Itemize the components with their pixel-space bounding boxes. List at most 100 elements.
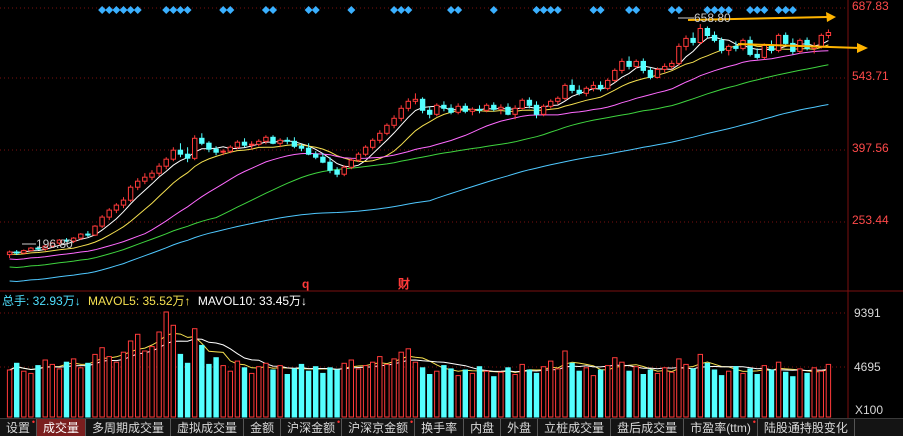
candle-body <box>256 140 262 145</box>
price-tick-label: 397.56 <box>852 141 889 155</box>
volume-bar <box>569 362 575 418</box>
volume-bar <box>14 362 20 418</box>
candle-body <box>241 141 248 146</box>
volume-bar <box>6 369 13 418</box>
volume-bar <box>391 358 397 418</box>
volume-bar <box>35 365 41 418</box>
volume-bar <box>284 374 291 418</box>
candle-body <box>483 104 490 111</box>
candle-body <box>327 161 333 171</box>
candle-body <box>654 68 661 78</box>
volume-bar <box>498 371 504 418</box>
candle-body <box>391 117 397 126</box>
candle <box>127 185 134 203</box>
volume-bar <box>754 374 760 418</box>
tab-inner-volume[interactable]: 内盘 <box>464 419 502 436</box>
tab-volume[interactable]: 成交量 <box>37 419 87 436</box>
candle-body <box>135 180 141 188</box>
candle-body <box>540 105 547 115</box>
candle-body <box>505 106 511 115</box>
tab-settings[interactable]: 设置 <box>0 419 38 436</box>
tab-shszbj-amount[interactable]: 沪深京金额 <box>342 419 416 436</box>
volume-bar <box>234 360 241 418</box>
tab-shsz-amount[interactable]: 沪深金额 <box>281 419 343 436</box>
candle-body <box>120 199 127 206</box>
volume-bar <box>263 362 269 418</box>
volume-bar <box>63 361 70 418</box>
volume-bar <box>626 370 632 418</box>
candle <box>341 165 347 177</box>
event-marker-q: q <box>302 277 309 291</box>
volume-bar <box>797 368 803 418</box>
volume-bar <box>305 370 312 418</box>
tab-turnover-rate[interactable]: 换手率 <box>415 419 465 436</box>
total-volume-label: 总手: 32.93万↓ <box>2 294 81 308</box>
volume-bar <box>647 369 654 418</box>
candle-body <box>747 39 753 55</box>
tab-amount[interactable]: 金额 <box>244 419 282 436</box>
candle-body <box>305 147 312 155</box>
tab-pe-ttm[interactable]: 市盈率(ttm) <box>684 419 758 436</box>
tab-virtual-volume[interactable]: 虚拟成交量 <box>171 419 245 436</box>
volume-bar <box>775 361 782 418</box>
candle-body <box>405 100 412 109</box>
volume-bar <box>669 371 675 418</box>
indicator-tab-bar: 设置 成交量 多周期成交量 虚拟成交量 金额 沪深金额 沪深京金额 换手率 内盘… <box>0 418 903 436</box>
candle-body <box>562 84 568 99</box>
volume-bar <box>78 367 84 418</box>
candle <box>28 247 34 252</box>
candle-body <box>21 250 27 254</box>
volume-bar <box>334 369 340 418</box>
volume-bar <box>192 328 198 418</box>
candle-body <box>825 32 832 36</box>
volume-bar <box>384 363 390 418</box>
tab-pile-volume[interactable]: 立桩成交量 <box>538 419 612 436</box>
candle-body <box>298 145 305 149</box>
volume-bar <box>92 353 98 418</box>
candle-body <box>704 28 711 36</box>
volume-bar <box>619 361 625 418</box>
low-price-label: 196.80 <box>36 237 73 251</box>
candle-body <box>533 104 540 115</box>
volume-bar <box>740 372 746 418</box>
candle <box>370 138 376 150</box>
volume-bar <box>519 363 525 418</box>
volume-bar <box>320 372 326 418</box>
tab-northbound-holdings[interactable]: 陆股通持股变化 <box>758 419 855 436</box>
event-marker-cai: 财 <box>397 276 410 291</box>
candle-body <box>270 136 276 144</box>
candle-body <box>583 87 589 94</box>
volume-bar <box>220 365 226 418</box>
tab-after-hours-volume[interactable]: 盘后成交量 <box>611 419 685 436</box>
candle-body <box>348 159 355 168</box>
volume-bar <box>206 363 212 418</box>
candle-body <box>206 142 212 150</box>
candle-body <box>768 44 775 51</box>
volume-bar <box>56 368 63 418</box>
volume-bar <box>70 358 77 418</box>
stock-chart[interactable]: 687.83 543.71 397.56 253.44 9391 4695 65… <box>0 0 903 435</box>
candle-body <box>99 216 105 227</box>
volume-bar <box>256 366 262 418</box>
candle-body <box>612 69 618 81</box>
candle-body <box>184 153 191 159</box>
volume-bar <box>818 370 824 418</box>
candle-body <box>761 44 767 58</box>
volume-bar <box>605 365 611 418</box>
candle-body <box>733 45 739 49</box>
candle <box>362 145 369 157</box>
candle-body <box>341 166 347 175</box>
tab-outer-volume[interactable]: 外盘 <box>501 419 539 436</box>
candle-body <box>149 172 155 178</box>
volume-bar <box>85 362 91 418</box>
volume-bar <box>768 369 775 418</box>
volume-bar <box>733 366 739 418</box>
candle <box>775 33 782 53</box>
candle-body <box>355 153 362 161</box>
candle-body <box>548 100 554 107</box>
tab-multi-period-volume[interactable]: 多周期成交量 <box>86 419 172 436</box>
candle <box>519 98 525 110</box>
volume-bar <box>448 368 454 418</box>
candle-body <box>384 124 390 134</box>
candle-body <box>412 98 419 102</box>
